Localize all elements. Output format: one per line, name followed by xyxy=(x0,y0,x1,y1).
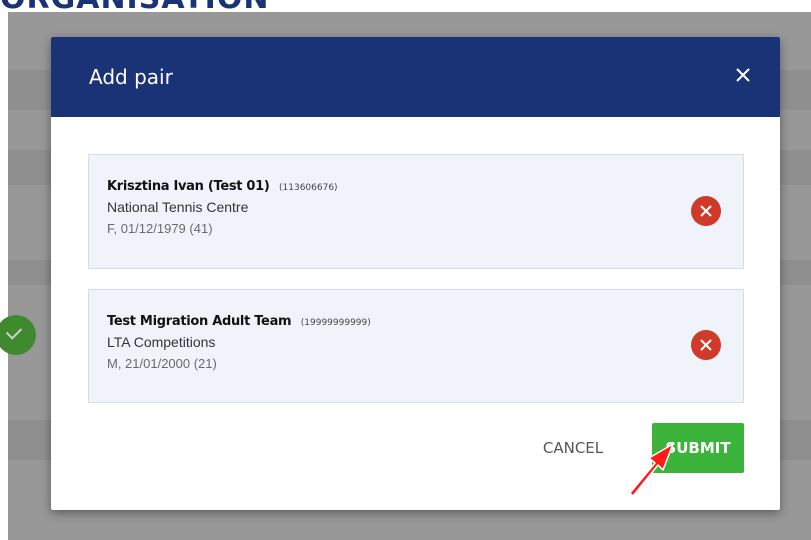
player-gender-dob: F, 01/12/1979 (41) xyxy=(107,221,213,236)
close-button[interactable] xyxy=(733,65,753,85)
remove-player-button[interactable] xyxy=(691,196,721,226)
player-name-line: Test Migration Adult Team (19999999999) xyxy=(107,312,371,330)
player-club: LTA Competitions xyxy=(107,334,216,350)
remove-icon xyxy=(700,339,712,351)
remove-player-button[interactable] xyxy=(691,330,721,360)
player-gender-dob: M, 21/01/2000 (21) xyxy=(107,356,217,371)
player-club: National Tennis Centre xyxy=(107,199,249,215)
player-id: (19999999999) xyxy=(300,318,371,328)
cancel-button[interactable]: CANCEL xyxy=(529,430,617,466)
remove-icon xyxy=(700,205,712,217)
player-name-line: Krisztina Ivan (Test 01) (113606676) xyxy=(107,177,338,195)
pointer-arrow-icon xyxy=(629,443,674,497)
player-name: Krisztina Ivan (Test 01) xyxy=(107,179,270,194)
dialog-title: Add pair xyxy=(89,65,173,89)
player-name: Test Migration Adult Team xyxy=(107,314,292,329)
page: ORGANISATION Add pair Krisztina Ivan (Te… xyxy=(0,0,811,540)
player-card: Test Migration Adult Team (19999999999) … xyxy=(88,289,744,403)
player-id: (113606676) xyxy=(279,183,338,193)
dialog-header: Add pair xyxy=(51,37,780,117)
close-icon xyxy=(736,68,750,82)
player-card: Krisztina Ivan (Test 01) (113606676) Nat… xyxy=(88,154,744,269)
